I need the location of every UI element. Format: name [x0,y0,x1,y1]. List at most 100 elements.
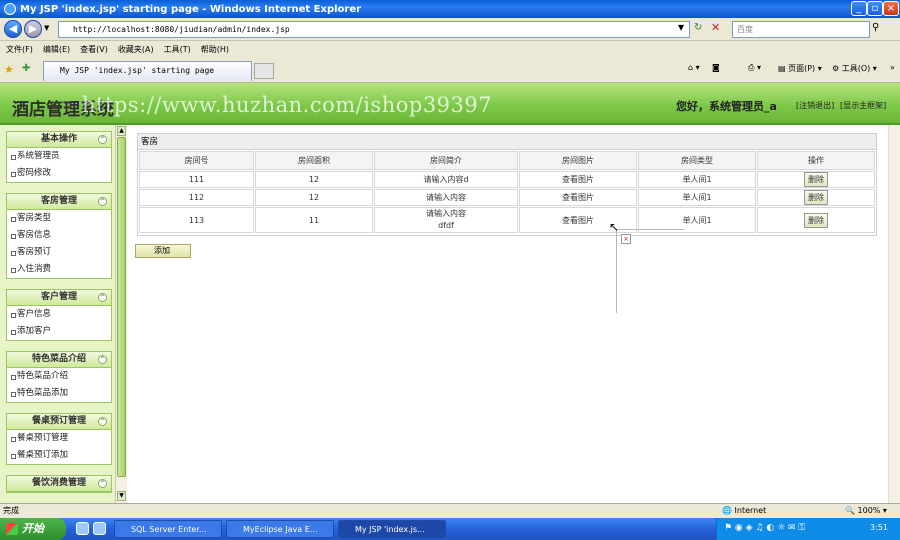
sidebar-item-dish-intro[interactable]: 特色菜品介绍 [7,368,111,385]
new-tab-button[interactable] [254,63,274,79]
tab-current-page[interactable]: My JSP 'index.jsp' starting page [43,61,252,81]
menu-view[interactable]: 查看(V) [80,44,108,55]
sidebar-group-header[interactable]: 基本操作 ^ [7,132,111,148]
menu-favorites[interactable]: 收藏夹(A) [118,44,154,55]
user-greeting: 您好，系统管理员_a [676,100,777,113]
site-header: 酒店管理系统 https://www.huzhan.com/ishop39397… [0,83,900,125]
collapse-icon[interactable]: ^ [98,479,107,488]
sidebar-group-dishes: 特色菜品介绍 ^ 特色菜品介绍 特色菜品添加 [6,351,112,403]
cell-room-type: 单人间1 [638,189,756,206]
maximize-button[interactable]: ▫ [867,1,883,16]
collapse-icon[interactable]: ^ [98,197,107,206]
view-image-link[interactable]: 查看图片 [519,189,637,206]
sidebar-item-checkin[interactable]: 入住消费 [7,261,111,278]
system-clock: 3:51 [870,523,888,532]
sidebar-group-table-booking: 餐桌预订管理 ^ 餐桌预订管理 餐桌预订添加 [6,413,112,465]
quicklaunch-desktop-icon[interactable] [76,522,89,535]
menu-bar: 文件(F) 编辑(E) 查看(V) 收藏夹(A) 工具(T) 帮助(H) [0,41,900,57]
cell-action: 删除 [757,207,875,233]
sidebar-group-header[interactable]: 餐饮消费管理 ^ [7,476,111,492]
sidebar-group-customers: 客户管理 ^ 客户信息 添加客户 [6,289,112,341]
cell-room-intro: 请输入内容 dfdf [374,207,518,233]
sidebar-item-room-booking[interactable]: 客房预订 [7,244,111,261]
address-dropdown-icon[interactable]: ▼ [678,23,684,32]
windows-flag-icon [6,523,18,535]
sidebar-group-header[interactable]: 客户管理 ^ [7,290,111,306]
taskbar-item-ie[interactable]: My JSP 'index.js... [338,520,446,538]
sidebar-item-table-booking-add[interactable]: 餐桌预订添加 [7,447,111,464]
sidebar-scrollbar[interactable]: ▲ ▼ [115,125,127,503]
table-row: 111 12 请输入内容d 查看图片 单人间1 删除 [139,171,875,188]
taskbar-item-sqlserver[interactable]: SQL Server Enter... [114,520,222,538]
column-header: 房间图片 [519,151,637,170]
home-icon[interactable]: ⌂ ▾ [688,63,700,72]
scroll-thumb[interactable] [117,137,126,477]
tray-icons[interactable]: ⚑ ◉ ◈ ♫ ◐ ☼ ✉ ⚿ [724,523,805,533]
column-header: 房间简介 [374,151,518,170]
sidebar-group-basic: 基本操作 ^ 系统管理员 密码修改 [6,131,112,183]
sidebar-item-add-customer[interactable]: 添加客户 [7,323,111,340]
collapse-icon[interactable]: ^ [98,417,107,426]
address-toolbar: ◀ ▶ ▼ http://localhost:8080/jiudian/admi… [0,18,900,41]
logout-link[interactable]: [注销退出] [796,100,834,111]
sidebar-item-dish-add[interactable]: 特色菜品添加 [7,385,111,402]
collapse-icon[interactable]: ^ [98,355,107,364]
minimize-button[interactable]: _ [851,1,867,16]
taskbar-item-myeclipse[interactable]: MyEclipse Java E... [226,520,334,538]
add-favorites-icon[interactable]: ✚ [22,63,30,74]
sidebar-item-room-type[interactable]: 客房类型 [7,210,111,227]
address-input[interactable]: http://localhost:8080/jiudian/admin/inde… [58,21,690,38]
sidebar-item-room-info[interactable]: 客房信息 [7,227,111,244]
sidebar-item-customer-info[interactable]: 客户信息 [7,306,111,323]
show-main-frame-link[interactable]: [显示主框架] [840,100,886,111]
stop-icon[interactable]: ✕ [711,21,720,34]
add-room-button[interactable]: 添加 [135,244,191,258]
search-input[interactable]: 百度 [732,21,870,38]
sidebar-group-header[interactable]: 餐桌预订管理 ^ [7,414,111,430]
menu-help[interactable]: 帮助(H) [201,44,229,55]
ie-logo-icon [4,3,16,15]
broken-image-icon: × [621,234,631,244]
start-button[interactable]: 开始 [0,518,66,540]
delete-button[interactable]: 删除 [804,212,828,228]
sidebar-group-header[interactable]: 客房管理 ^ [7,194,111,210]
cell-room-no: 111 [139,171,254,188]
print-icon[interactable]: ⎙ ▾ [748,63,761,73]
cell-room-intro: 请输入内容d [374,171,518,188]
scroll-up-icon[interactable]: ▲ [117,126,126,136]
column-header: 房间类型 [638,151,756,170]
collapse-icon[interactable]: ^ [98,293,107,302]
view-image-link[interactable]: 查看图片 [519,171,637,188]
delete-button[interactable]: 删除 [804,190,828,205]
forward-icon[interactable]: ▶ [24,20,42,38]
status-bar: 完成 🌐 Internet 🔍 100% ▾ [0,503,900,518]
toolbar-overflow-icon[interactable]: » [890,63,895,72]
history-dropdown-icon[interactable]: ▼ [44,24,49,32]
mouse-cursor-icon: ↖ [609,220,620,234]
scroll-down-icon[interactable]: ▼ [117,491,126,501]
menu-tools[interactable]: 工具(T) [164,44,191,55]
watermark-text: https://www.huzhan.com/ishop39397 [82,93,493,117]
delete-button[interactable]: 删除 [804,172,828,187]
sidebar-item-password[interactable]: 密码修改 [7,165,111,182]
sidebar-group-header[interactable]: 特色菜品介绍 ^ [7,352,111,368]
favorites-star-icon[interactable]: ★ [4,63,14,76]
search-icon[interactable]: ⚲ [872,22,879,33]
quicklaunch-ie-icon[interactable] [93,522,106,535]
feeds-icon[interactable]: ◙ [712,63,720,72]
rooms-panel: 客房 房间号 房间面积 房间简介 房间图片 房间类型 操作 111 12 请输入… [137,133,877,236]
refresh-icon[interactable]: ↻ [694,22,702,33]
zoom-level[interactable]: 🔍 100% ▾ [845,504,887,518]
sidebar-item-admin[interactable]: 系统管理员 [7,148,111,165]
menu-file[interactable]: 文件(F) [6,44,33,55]
taskbar: 开始 SQL Server Enter... MyEclipse Java E.… [0,518,900,540]
image-preview-border [616,229,617,313]
close-window-button[interactable]: × [883,1,899,16]
back-icon[interactable]: ◀ [4,20,22,38]
page-menu[interactable]: ▤ 页面(P) ▾ [778,63,822,74]
main-scrollbar[interactable] [888,125,900,503]
menu-edit[interactable]: 编辑(E) [43,44,70,55]
sidebar-item-table-booking[interactable]: 餐桌预订管理 [7,430,111,447]
tools-menu[interactable]: ⚙ 工具(O) ▾ [832,63,877,74]
collapse-icon[interactable]: ^ [98,135,107,144]
